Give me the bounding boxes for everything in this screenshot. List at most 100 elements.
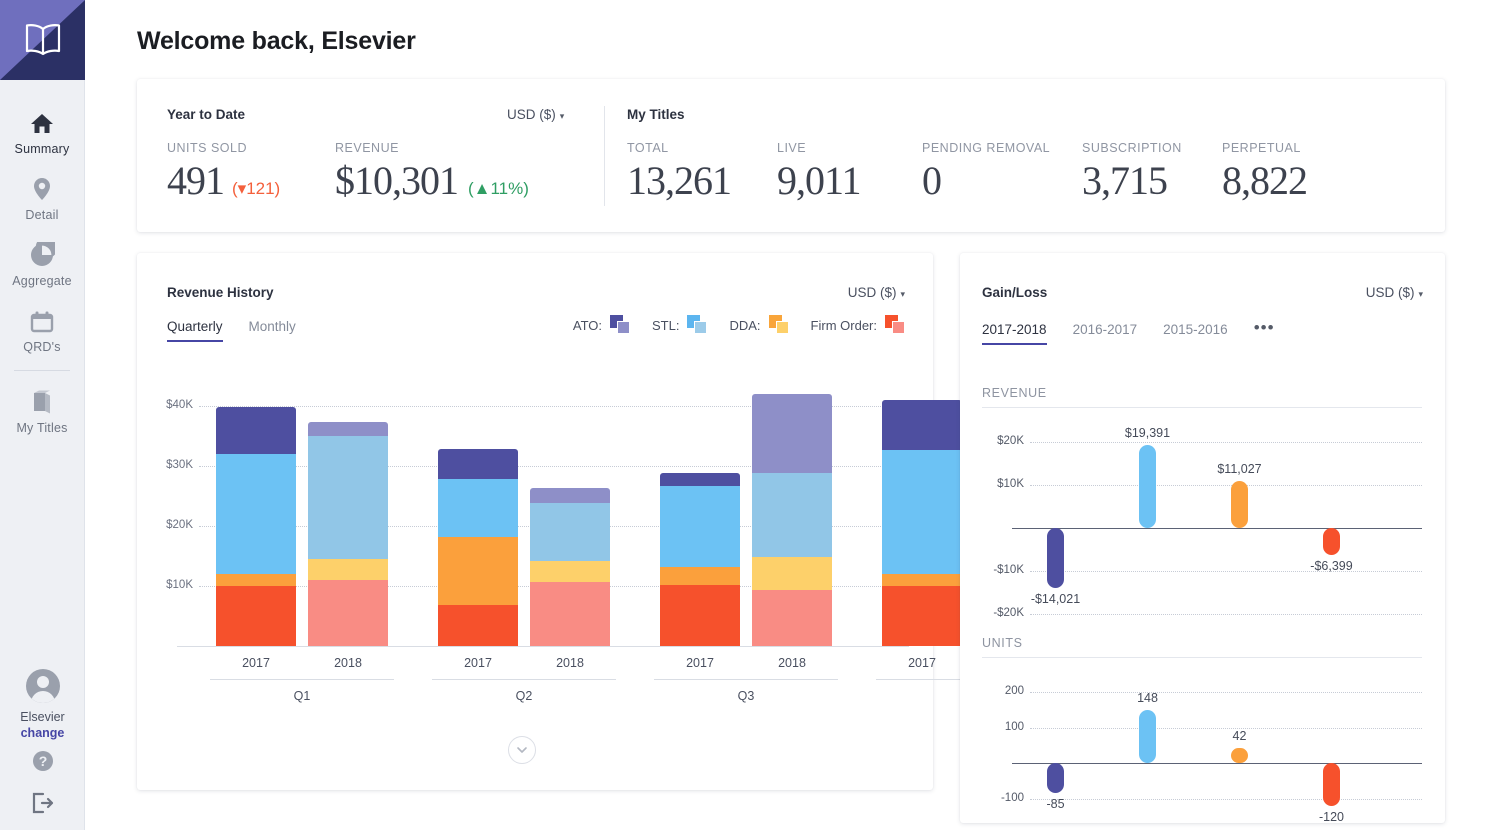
lollipop-bar[interactable] [1231, 481, 1248, 528]
zero-axis-line [1012, 528, 1422, 529]
gain-loss-units-section: UNITS 200100-100-8514842-120 [982, 636, 1422, 830]
kpi-subscription: SUBSCRIPTION 3,715 [1082, 141, 1182, 204]
lollipop-bar[interactable] [1139, 710, 1156, 763]
sidebar-item-label: Detail [25, 208, 58, 222]
legend-swatch-stl [687, 315, 709, 335]
bar-segment [216, 574, 296, 586]
kpi-delta: (▾121) [232, 179, 280, 199]
kpi-units-sold: UNITS SOLD 491 (▾121) [167, 141, 280, 204]
x-axis-year-label: 2017 [660, 656, 740, 670]
bar-segment [882, 586, 962, 646]
revenue-legend: ATO: STL: DDA: [573, 315, 907, 335]
kpi-label: SUBSCRIPTION [1082, 141, 1182, 155]
sidebar-item-my-titles[interactable]: My Titles [0, 375, 84, 441]
app-logo[interactable] [0, 0, 85, 80]
data-value-label: $19,391 [1115, 426, 1180, 440]
lollipop-bar[interactable] [1047, 763, 1064, 793]
revenue-period-tabs: Quarterly Monthly [167, 319, 296, 342]
stacked-bar[interactable] [530, 488, 610, 646]
sidebar-item-detail[interactable]: Detail [0, 162, 84, 228]
lollipop-bar[interactable] [1047, 528, 1064, 588]
legend-item-firm-order[interactable]: Firm Order: [811, 315, 907, 335]
stacked-bar[interactable] [216, 407, 296, 646]
y-axis-tick: $30K [151, 459, 193, 471]
kpi-label: PENDING REMOVAL [922, 141, 1050, 155]
revenue-history-title: Revenue History [167, 285, 274, 300]
bar-segment [882, 574, 962, 586]
dashboard-root: Summary Detail Aggregate QRD's [0, 0, 1500, 830]
x-axis-year-label: 2017 [882, 656, 962, 670]
y-axis-tick: -$20K [980, 607, 1024, 619]
ytd-currency-selector[interactable]: USD ($)▾ [507, 107, 564, 122]
bar-segment [530, 561, 610, 581]
gain-loss-revenue-label: REVENUE [982, 386, 1422, 400]
data-value-label: 148 [1115, 691, 1180, 705]
revenue-currency-selector[interactable]: USD ($)▾ [848, 285, 905, 300]
sidebar-item-label: Aggregate [12, 274, 71, 288]
logout-button[interactable] [0, 791, 85, 820]
gain-loss-units-chart: 200100-100-8514842-120 [982, 668, 1422, 830]
y-axis-tick: -$10K [980, 564, 1024, 576]
bar-segment [216, 407, 296, 454]
sidebar-item-summary[interactable]: Summary [0, 96, 84, 162]
stacked-bar[interactable] [752, 394, 832, 646]
legend-item-ato[interactable]: ATO: [573, 315, 632, 335]
chevron-down-icon: ▾ [900, 289, 905, 299]
lollipop-bar[interactable] [1139, 445, 1156, 528]
data-value-label: 42 [1207, 729, 1272, 743]
stacked-bar[interactable] [438, 449, 518, 646]
sidebar-item-qrds[interactable]: QRD's [0, 294, 84, 360]
y-axis-tick: 100 [980, 721, 1024, 733]
lollipop-bar[interactable] [1231, 748, 1248, 763]
bar-segment [660, 473, 740, 486]
stacked-bar[interactable] [882, 400, 962, 646]
legend-swatch-firm-order [885, 315, 907, 335]
expand-chart-button[interactable] [508, 736, 536, 764]
data-value-label: -$14,021 [1023, 592, 1088, 606]
kpi-value: 9,011 [777, 157, 861, 204]
legend-item-dda[interactable]: DDA: [729, 315, 790, 335]
page-content: Welcome back, Elsevier Year to Date USD … [85, 0, 1500, 830]
pie-chart-icon [29, 238, 55, 268]
gain-loss-units-label: UNITS [982, 636, 1422, 650]
stacked-bar[interactable] [660, 473, 740, 646]
tab-2016-2017[interactable]: 2016-2017 [1073, 322, 1138, 345]
bar-segment [530, 582, 610, 646]
bar-segment [660, 585, 740, 646]
account-name: Elsevier [0, 710, 85, 724]
lollipop-bar[interactable] [1323, 528, 1340, 555]
sidebar-nav: Summary Detail Aggregate QRD's [0, 80, 84, 441]
help-button[interactable]: ? [0, 749, 85, 778]
tab-2017-2018[interactable]: 2017-2018 [982, 322, 1047, 345]
bar-segment [216, 454, 296, 574]
question-mark-icon: ? [31, 749, 55, 773]
kpi-label: LIVE [777, 141, 861, 155]
data-value-label: -$6,399 [1299, 559, 1364, 573]
y-axis-tick: $20K [151, 519, 193, 531]
bar-segment [308, 436, 388, 559]
group-underline [210, 679, 394, 680]
more-years-button[interactable]: ••• [1254, 319, 1275, 348]
tab-monthly[interactable]: Monthly [249, 319, 296, 342]
bar-segment [308, 580, 388, 646]
change-account-link[interactable]: change [0, 726, 85, 740]
gain-loss-title: Gain/Loss [982, 285, 1047, 300]
bar-segment [216, 586, 296, 646]
titles-section-title: My Titles [627, 107, 685, 122]
tab-2015-2016[interactable]: 2015-2016 [1163, 322, 1228, 345]
tab-quarterly[interactable]: Quarterly [167, 319, 223, 342]
x-axis-year-label: 2017 [216, 656, 296, 670]
gain-loss-currency-selector[interactable]: USD ($)▾ [1366, 285, 1423, 300]
books-icon [29, 385, 55, 415]
sidebar-item-aggregate[interactable]: Aggregate [0, 228, 84, 294]
stacked-bar[interactable] [308, 422, 388, 646]
legend-item-stl[interactable]: STL: [652, 315, 709, 335]
user-avatar-icon[interactable] [26, 669, 60, 703]
sidebar-item-label: Summary [15, 142, 70, 156]
kpi-pending-removal: PENDING REMOVAL 0 [922, 141, 1050, 204]
bar-segment [438, 449, 518, 479]
bar-segment [752, 394, 832, 473]
lollipop-bar[interactable] [1323, 763, 1340, 806]
avatar-body [31, 691, 55, 703]
kpi-divider [604, 106, 605, 206]
